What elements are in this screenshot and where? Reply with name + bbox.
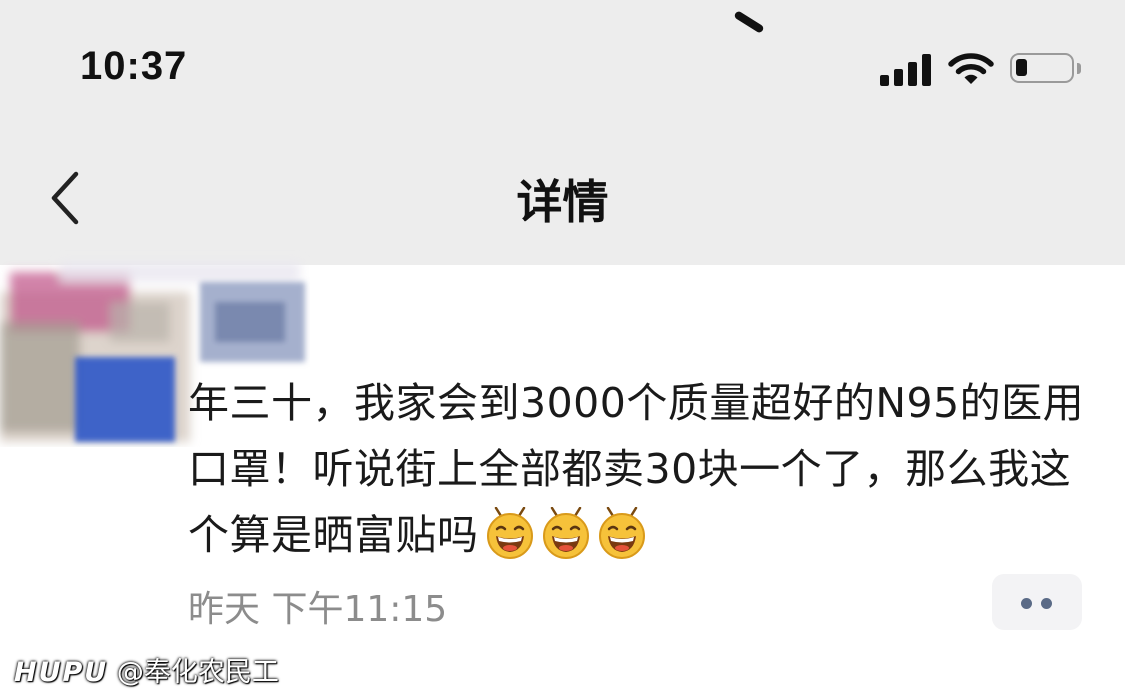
signal-icon: [880, 52, 936, 86]
more-button[interactable]: [992, 574, 1082, 630]
top-bar: 10:37 详情: [0, 0, 1125, 265]
watermark-brand: HUPU: [14, 657, 109, 688]
battery-icon: [1010, 53, 1074, 83]
battery-nub: [1077, 63, 1081, 74]
more-dot-right: [1041, 598, 1052, 609]
grinning-face-icon: [598, 507, 645, 559]
battery-level: [1016, 59, 1027, 76]
emoji-group: [479, 507, 647, 559]
post-text: 年三十，我家会到3000个质量超好的N95的医用口罩！听说街上全部都卖30块一个…: [188, 370, 1093, 568]
watermark-user: @奉化农民工: [116, 657, 279, 688]
post-timestamp: 昨天 下午11:15: [188, 589, 448, 630]
grinning-face-icon: [542, 507, 589, 559]
more-dot-left: [1021, 598, 1032, 609]
grinning-face-icon: [486, 507, 533, 559]
wifi-icon: [948, 53, 994, 84]
status-time: 10:37: [80, 44, 188, 88]
pen-mark: [733, 10, 765, 34]
page-title: 详情: [516, 175, 609, 229]
watermark: HUPU @奉化农民工: [14, 650, 279, 689]
